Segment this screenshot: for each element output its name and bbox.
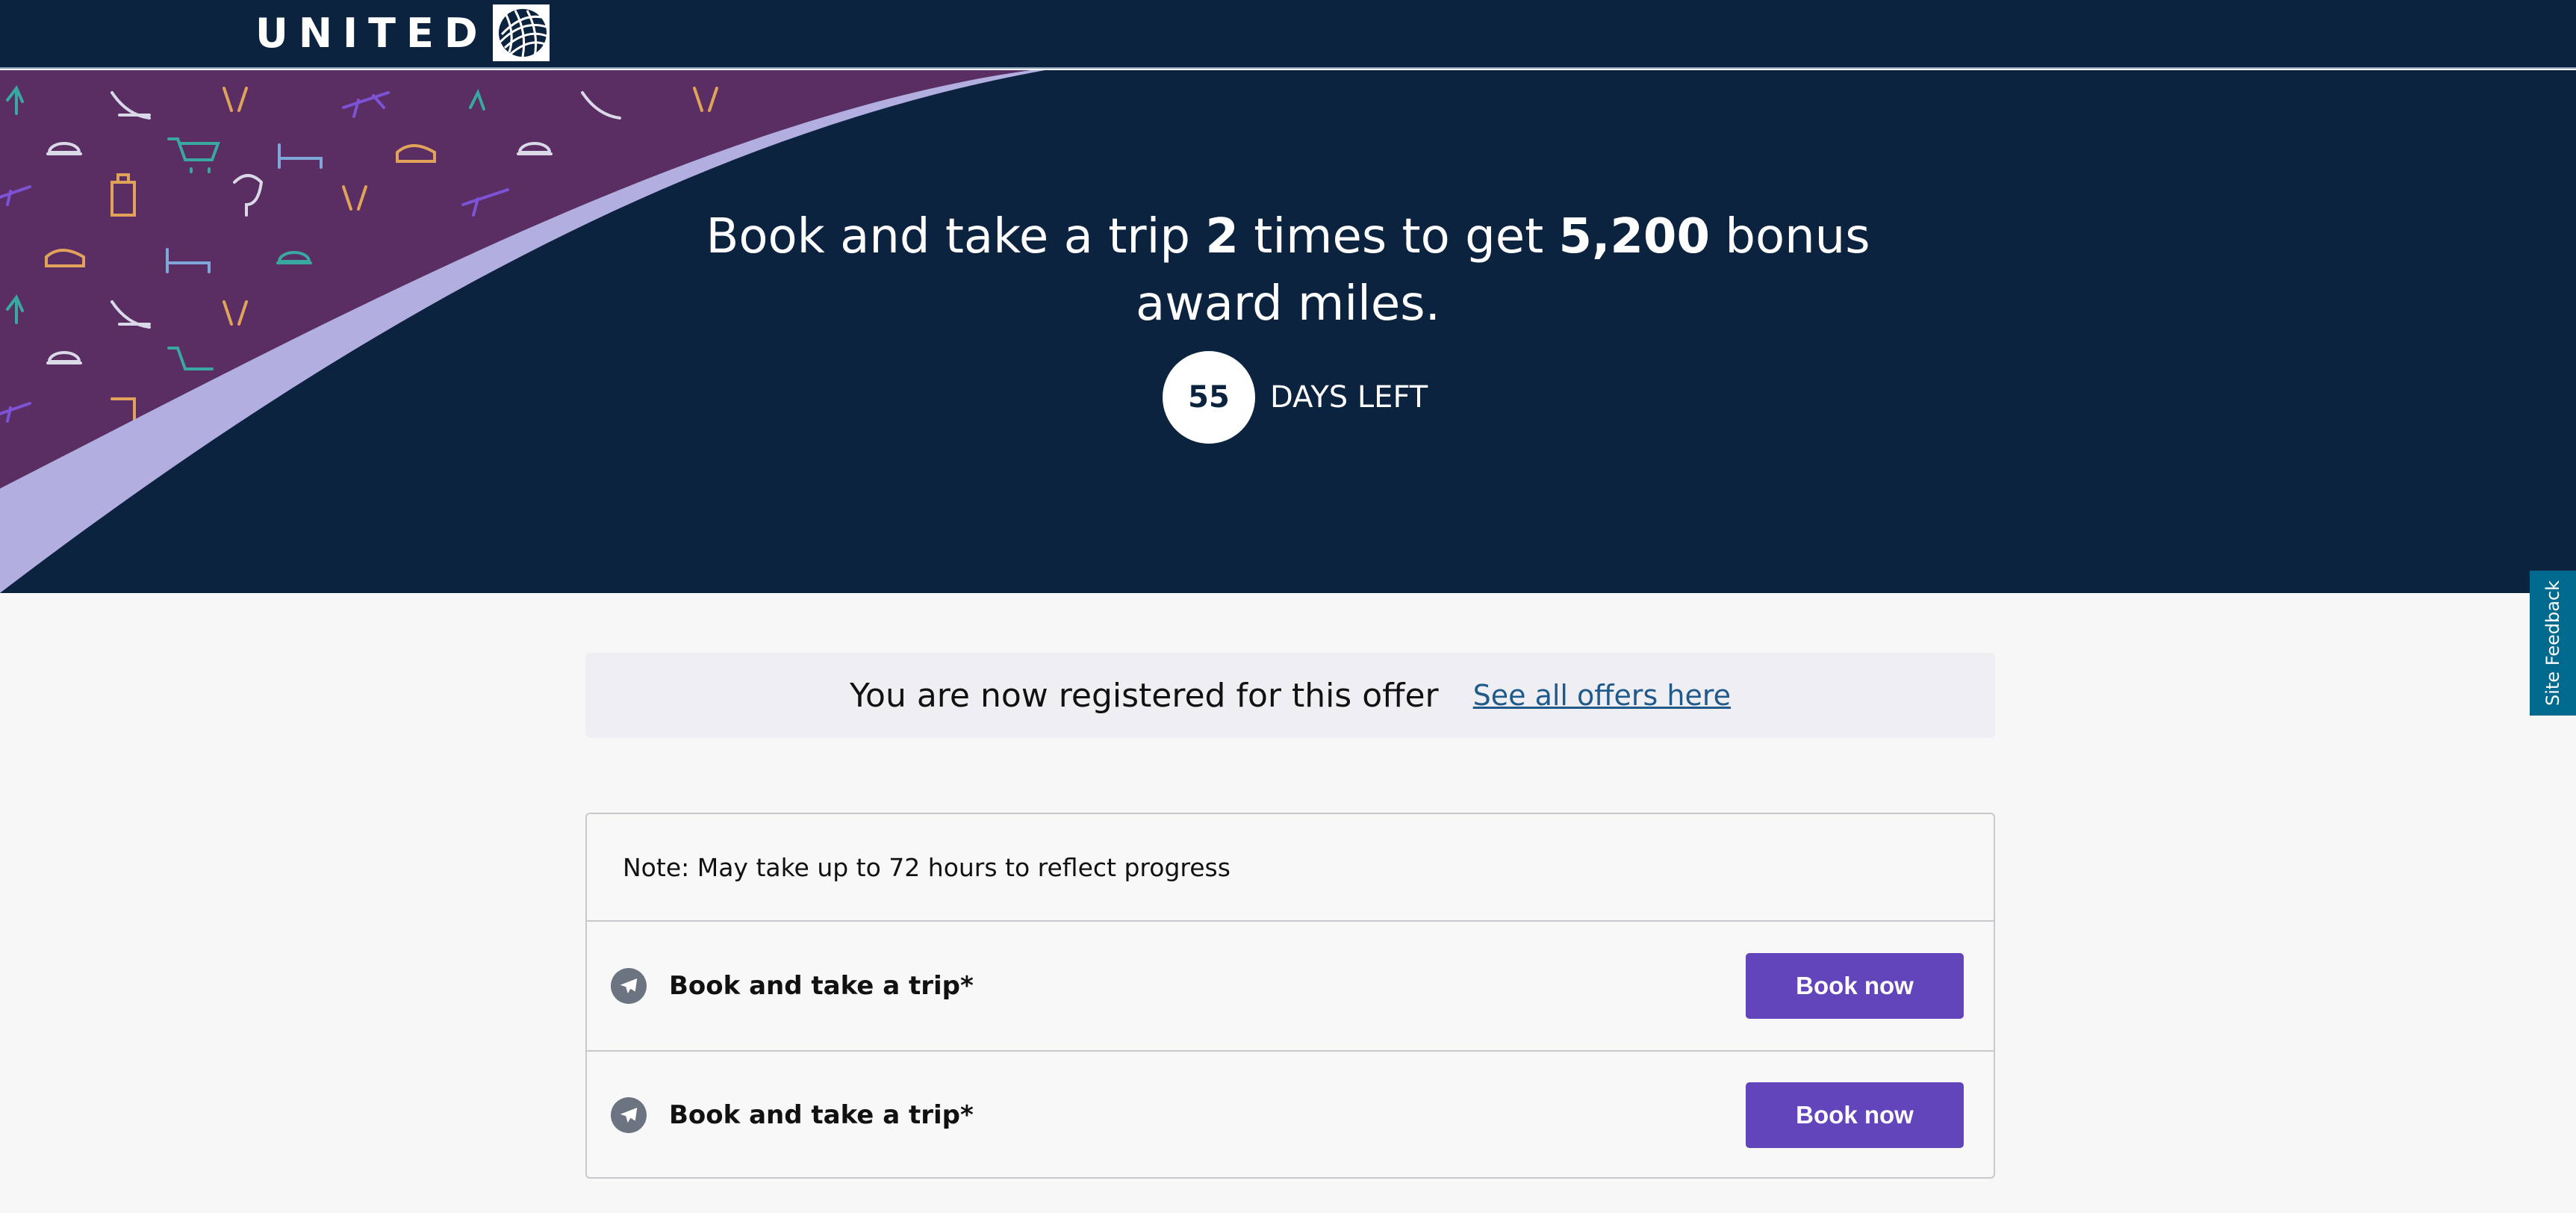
airplane-icon bbox=[611, 968, 647, 1004]
globe-icon bbox=[492, 4, 550, 61]
headline-text: Book and take a trip bbox=[706, 209, 1206, 264]
book-now-button[interactable]: Book now bbox=[1746, 1082, 1964, 1148]
site-feedback-tab[interactable]: Site Feedback bbox=[2530, 571, 2576, 716]
days-left-count: 55 bbox=[1163, 351, 1255, 444]
united-logo[interactable]: UNITED bbox=[255, 4, 550, 61]
offer-progress-card: Note: May take up to 72 hours to reflect… bbox=[585, 813, 1995, 1179]
site-feedback-label: Site Feedback bbox=[2542, 580, 2563, 706]
task-label: Book and take a trip* bbox=[669, 1100, 974, 1130]
see-all-offers-link[interactable]: See all offers here bbox=[1473, 679, 1731, 712]
task-row: Book and take a trip* Book now bbox=[587, 922, 1994, 1050]
days-left-label: DAYS LEFT bbox=[1270, 380, 1428, 415]
progress-note-text: Note: May take up to 72 hours to reflect… bbox=[623, 852, 1231, 882]
trip-count: 2 bbox=[1205, 209, 1239, 264]
logo-wordmark: UNITED bbox=[255, 9, 488, 57]
days-left-countdown: 55 DAYS LEFT bbox=[1163, 351, 1428, 444]
registration-message: You are now registered for this offer bbox=[850, 676, 1439, 715]
progress-note: Note: May take up to 72 hours to reflect… bbox=[587, 814, 1994, 922]
registration-banner: You are now registered for this offer Se… bbox=[585, 653, 1995, 738]
bonus-miles: 5,200 bbox=[1558, 209, 1710, 264]
task-label: Book and take a trip* bbox=[669, 971, 974, 1001]
offer-hero: Book and take a trip 2 times to get 5,20… bbox=[0, 70, 2576, 593]
offer-headline: Book and take a trip 2 times to get 5,20… bbox=[672, 203, 1904, 338]
airplane-icon bbox=[611, 1097, 647, 1133]
site-header: UNITED bbox=[0, 0, 2576, 69]
headline-text: times to get bbox=[1238, 209, 1559, 264]
book-now-button[interactable]: Book now bbox=[1746, 953, 1964, 1019]
task-row: Book and take a trip* Book now bbox=[587, 1050, 1994, 1179]
